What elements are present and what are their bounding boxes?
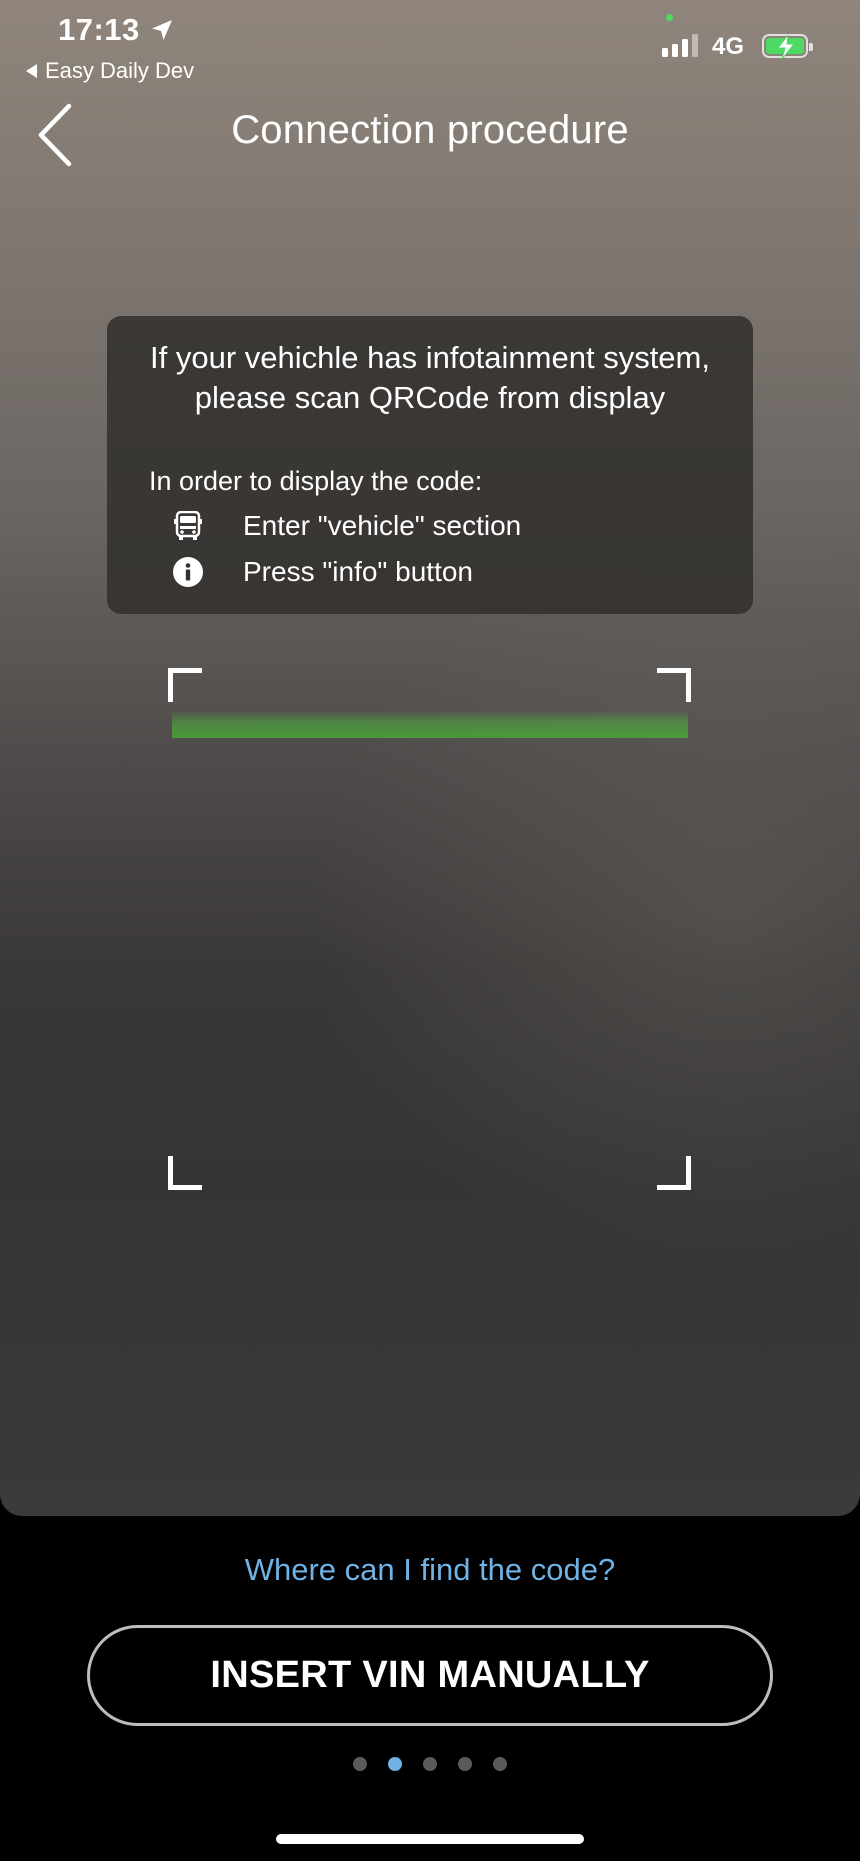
instruction-step: Press "info" button — [173, 556, 473, 588]
viewfinder-corner-top-right — [657, 668, 691, 702]
truck-icon — [173, 511, 203, 541]
status-time: 17:13 — [58, 12, 174, 48]
viewfinder-corner-bottom-right — [657, 1156, 691, 1190]
signal-icon — [662, 33, 698, 57]
camera-preview: 17:13 Easy Daily Dev 4G Connection proce… — [0, 0, 860, 1516]
status-back-to-app[interactable]: Easy Daily Dev — [26, 58, 194, 84]
privacy-indicator-dot — [666, 14, 673, 21]
page-dot[interactable] — [458, 1757, 472, 1771]
page-dot[interactable] — [353, 1757, 367, 1771]
page-dot-active[interactable] — [388, 1757, 402, 1771]
clock-text: 17:13 — [58, 12, 140, 47]
viewfinder-corner-bottom-left — [168, 1156, 202, 1190]
page-dot[interactable] — [423, 1757, 437, 1771]
home-indicator[interactable] — [276, 1834, 584, 1844]
scan-line — [172, 710, 688, 738]
battery-charging-icon — [762, 34, 813, 59]
page-dot[interactable] — [493, 1757, 507, 1771]
back-triangle-icon — [26, 64, 37, 78]
page-title: Connection procedure — [231, 108, 629, 152]
viewfinder-corner-top-left — [168, 668, 202, 702]
location-arrow-icon — [151, 20, 172, 40]
status-back-label: Easy Daily Dev — [45, 58, 195, 83]
instruction-step-text: Press "info" button — [243, 556, 474, 587]
instruction-step-text: Enter "vehicle" section — [243, 510, 522, 541]
where-find-code-link[interactable]: Where can I find the code? — [0, 1552, 860, 1588]
info-icon — [173, 557, 203, 587]
instructions-headline: If your vehichle has infotainment system… — [150, 340, 710, 415]
instructions-card: If your vehichle has infotainment system… — [107, 316, 753, 614]
page-indicator — [0, 1757, 860, 1771]
insert-vin-manually-button[interactable]: INSERT VIN MANUALLY — [87, 1625, 773, 1726]
instructions-subheading: In order to display the code: — [149, 466, 483, 496]
instruction-step: Enter "vehicle" section — [173, 510, 521, 542]
network-type: 4G — [712, 33, 745, 60]
